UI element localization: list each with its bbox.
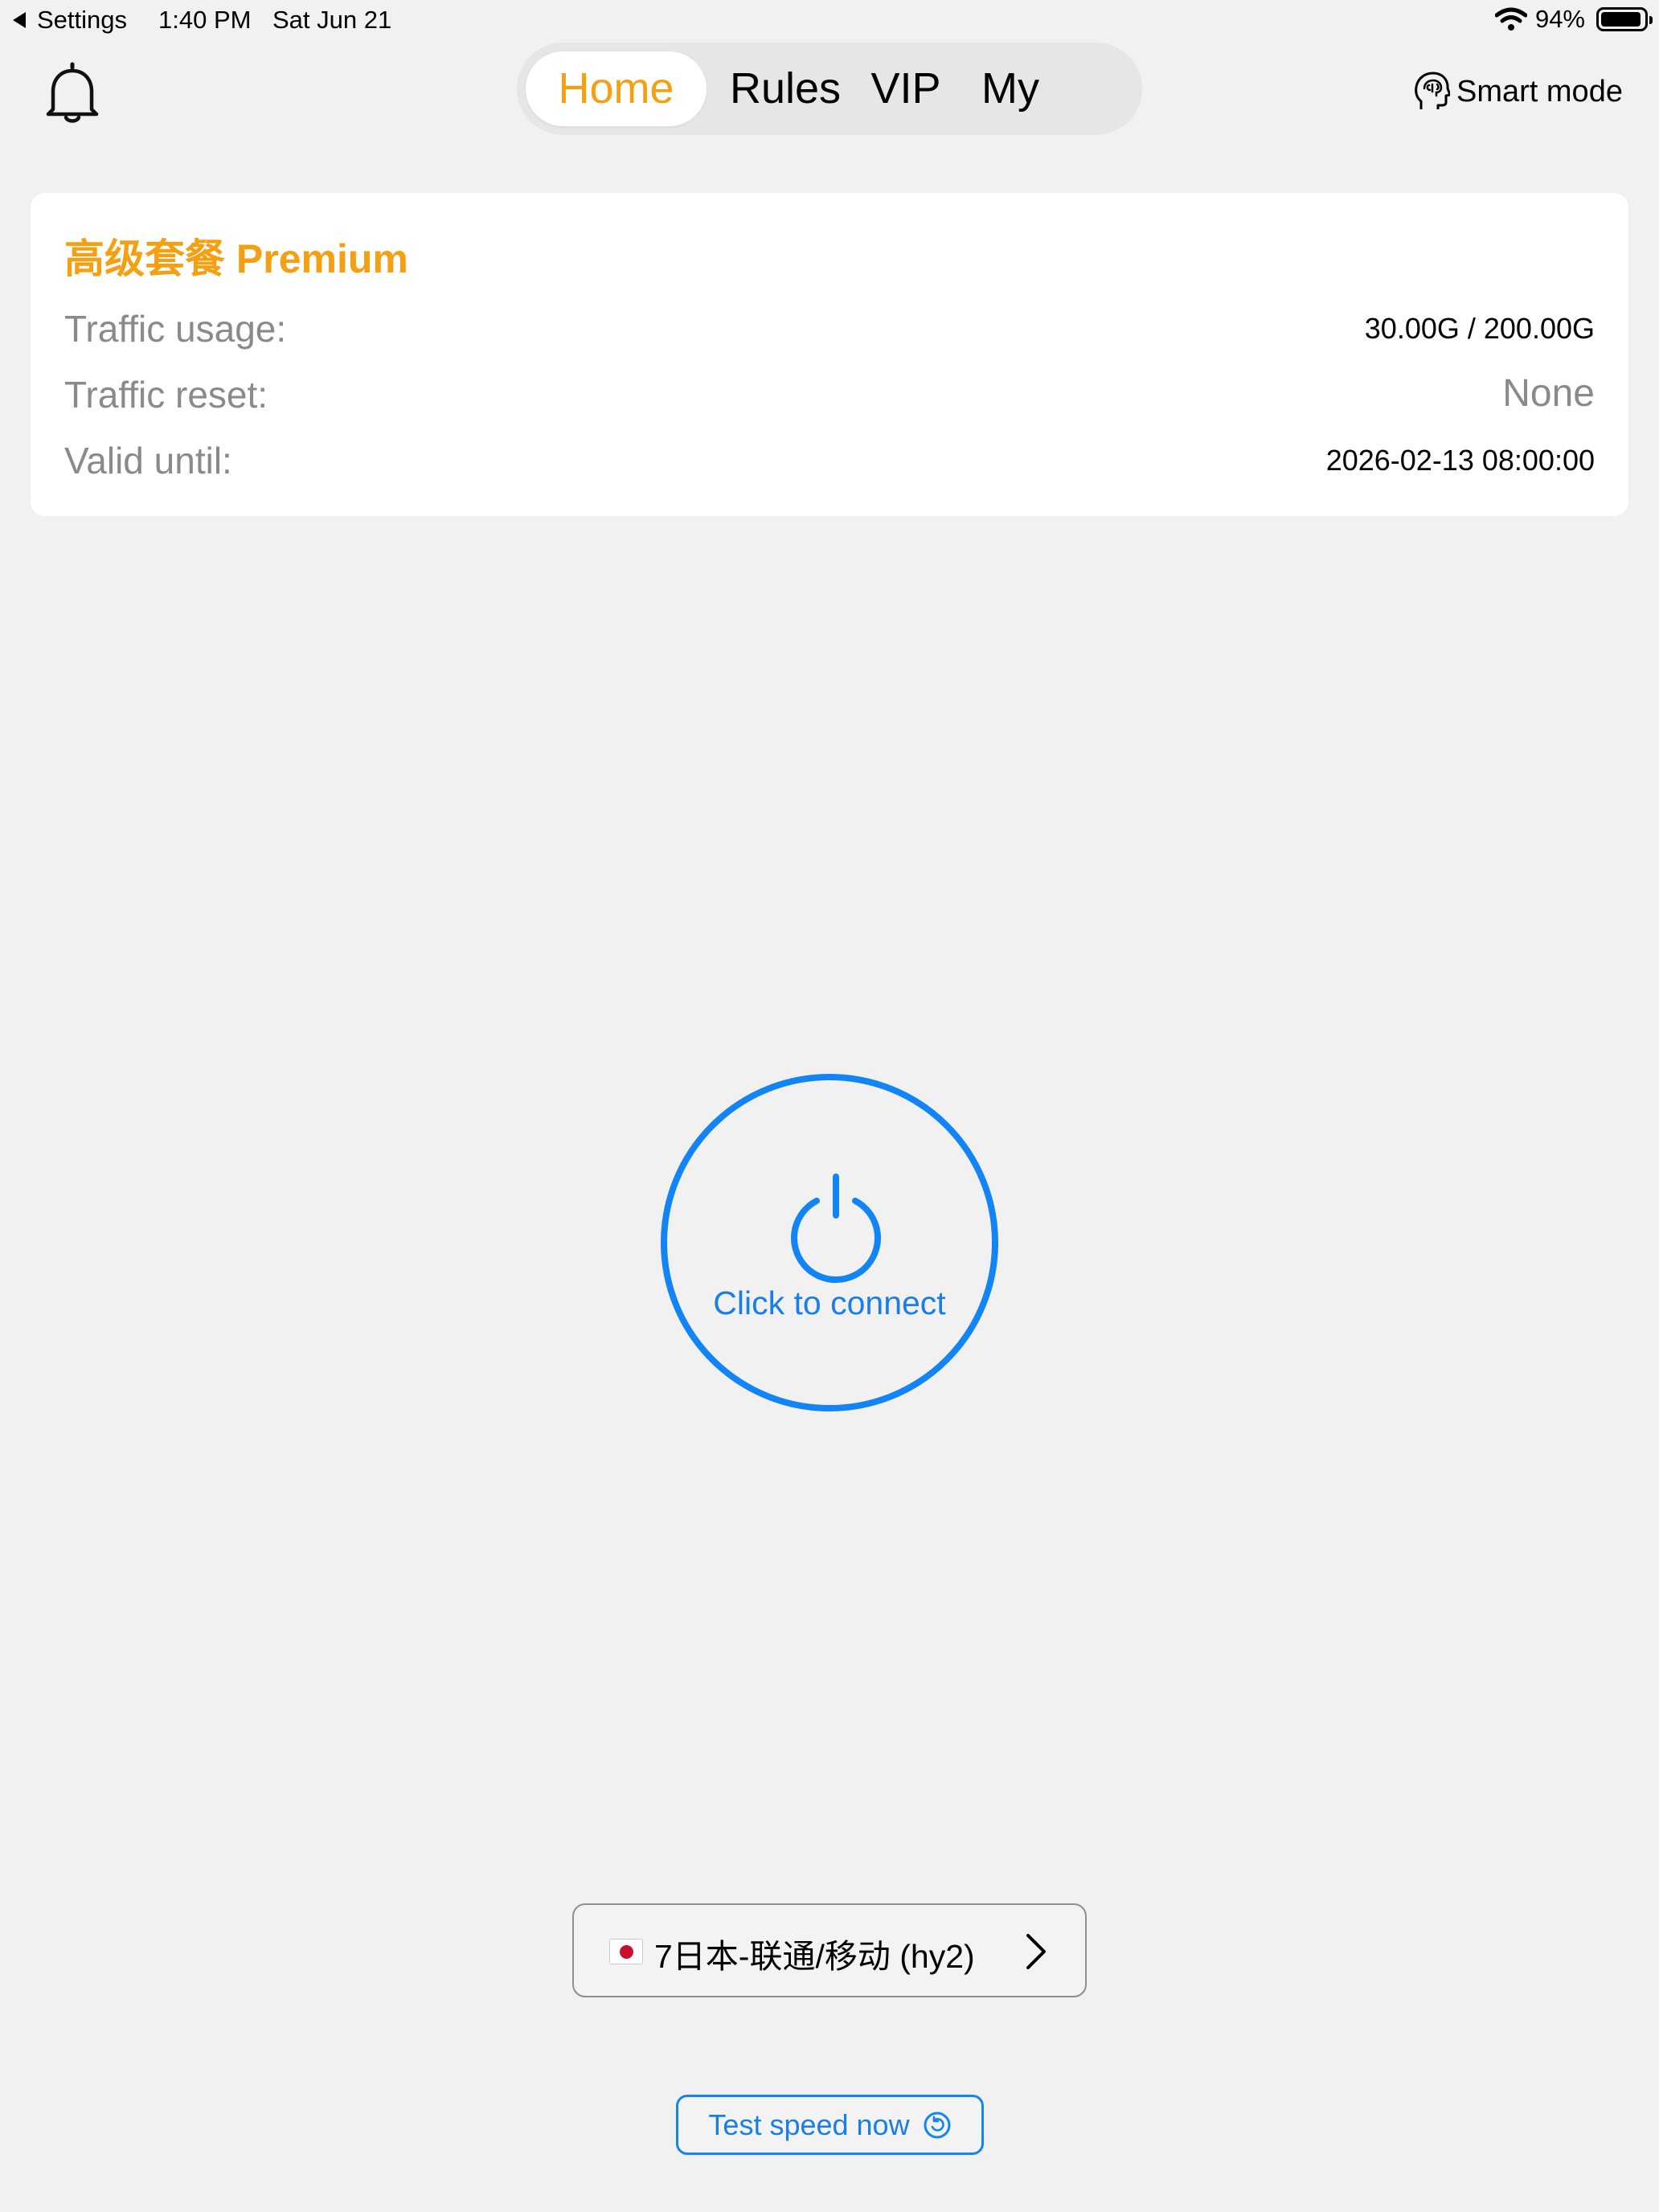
status-right: 94% xyxy=(1494,5,1653,34)
status-bar: Settings 1:40 PM Sat Jun 21 94% xyxy=(0,0,1659,42)
segmented-tab-bar: Home Rules VIP My xyxy=(517,43,1142,135)
traffic-usage-value: 30.00G / 200.00G xyxy=(1364,312,1595,345)
status-date: Sat Jun 21 xyxy=(272,6,392,34)
connect-label: Click to connect xyxy=(713,1284,946,1321)
plan-title: 高级套餐 Premium xyxy=(64,236,408,281)
smart-mode-label: Smart mode xyxy=(1456,74,1623,109)
plan-card: 高级套餐 Premium Traffic usage: 30.00G / 200… xyxy=(31,193,1628,516)
test-speed-button[interactable]: Test speed now xyxy=(676,2095,984,2155)
status-time: 1:40 PM xyxy=(158,6,252,34)
tab-vip[interactable]: VIP xyxy=(862,51,949,126)
valid-until-label: Valid until: xyxy=(64,440,232,481)
brain-head-icon xyxy=(1415,72,1450,109)
traffic-usage-label: Traffic usage: xyxy=(64,308,287,350)
bell-icon[interactable] xyxy=(42,61,103,125)
japan-flag-icon xyxy=(609,1939,643,1964)
smart-mode-button[interactable]: Smart mode xyxy=(1413,71,1623,113)
back-label: Settings xyxy=(37,6,128,34)
connect-button[interactable]: Click to connect xyxy=(661,1074,998,1411)
wifi-icon xyxy=(1494,7,1527,31)
server-name: 7日本-联通/移动 (hy2) xyxy=(654,1938,975,1975)
back-to-settings[interactable]: Settings xyxy=(13,6,127,35)
traffic-reset-value: None xyxy=(1502,372,1595,415)
traffic-reset-label: Traffic reset: xyxy=(64,374,268,416)
valid-until-value: 2026-02-13 08:00:00 xyxy=(1325,444,1595,477)
battery-icon xyxy=(1596,7,1653,31)
test-speed-label: Test speed now xyxy=(708,2108,910,2141)
tab-my[interactable]: My xyxy=(964,51,1057,126)
battery-percent: 94% xyxy=(1534,5,1585,33)
battery-fill xyxy=(1601,12,1641,27)
power-icon xyxy=(791,1174,881,1284)
refresh-circle-icon xyxy=(924,2112,951,2138)
tab-home[interactable]: Home xyxy=(526,51,707,126)
chevron-right-icon xyxy=(1026,1934,1046,1969)
server-selector[interactable]: 7日本-联通/移动 (hy2) xyxy=(572,1903,1087,1997)
app-screen: Settings 1:40 PM Sat Jun 21 94% Home Rul… xyxy=(0,0,1659,2212)
tab-rules[interactable]: Rules xyxy=(718,51,853,126)
back-triangle-icon xyxy=(13,12,26,28)
